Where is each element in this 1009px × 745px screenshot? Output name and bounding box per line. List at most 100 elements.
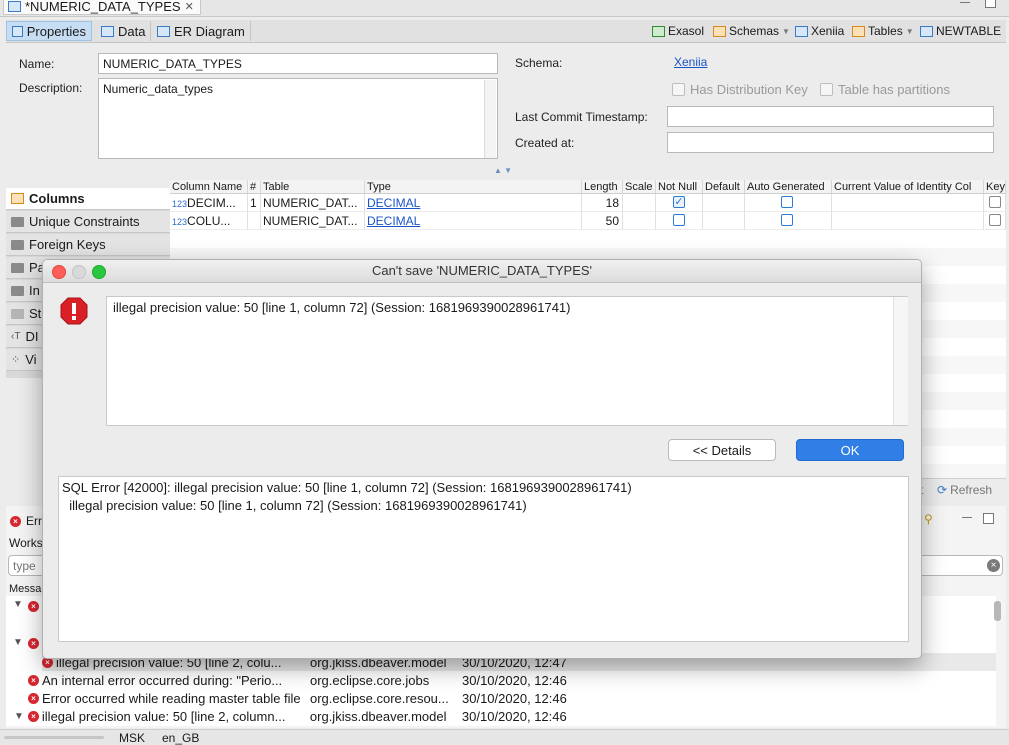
checkbox-box [820, 83, 833, 96]
log-scrollbar[interactable] [994, 601, 1001, 621]
pin-icon[interactable]: ⚲ [924, 512, 933, 526]
cell-scale[interactable] [623, 194, 656, 212]
workspace-label: Works [9, 536, 43, 550]
properties-icon [12, 25, 23, 37]
type-link[interactable]: DECIMAL [367, 196, 420, 210]
type-link[interactable]: DECIMAL [367, 214, 420, 228]
last-commit-field[interactable] [667, 106, 994, 127]
cell-column-name: COLU... [187, 214, 231, 228]
tables-selector[interactable]: Tables ▼ [852, 23, 914, 39]
schema-link[interactable]: Xeniia [674, 55, 707, 69]
error-message-box: illegal precision value: 50 [line 1, col… [106, 296, 908, 426]
dialog-title: Can't save 'NUMERIC_DATA_TYPES' [43, 260, 921, 283]
list-item[interactable]: × Error occurred while reading master ta… [28, 689, 996, 707]
clear-filter-icon[interactable]: × [987, 559, 1000, 572]
column-header[interactable]: Key [984, 180, 1006, 194]
cell-type[interactable]: DECIMAL [365, 212, 582, 230]
schema-name-item[interactable]: Xeniia [795, 23, 844, 39]
connection-selector[interactable]: Exasol [652, 23, 704, 39]
refresh-button[interactable]: ⟳ Refresh [937, 483, 992, 497]
message-scrollbar[interactable] [893, 297, 908, 425]
tab-properties[interactable]: Properties [6, 21, 92, 41]
key-checkbox[interactable] [989, 196, 1001, 208]
column-header[interactable]: Auto Generated [745, 180, 832, 194]
cell-default[interactable] [703, 212, 745, 230]
virtual-icon: ⁘ [11, 354, 21, 366]
chevron-down-icon[interactable]: ▼ [13, 637, 23, 648]
cell-identity[interactable] [832, 212, 984, 230]
minimize-icon[interactable] [962, 517, 972, 518]
description-scrollbar[interactable] [484, 80, 496, 158]
column-header[interactable]: Column Name [170, 180, 248, 194]
error-log-tab[interactable]: × Err [10, 514, 42, 528]
cell-column-name: DECIM... [187, 196, 236, 210]
close-window-icon[interactable] [52, 265, 66, 279]
not-null-checkbox[interactable] [673, 214, 685, 226]
cell-length[interactable]: 50 [582, 212, 623, 230]
error-stop-icon [60, 297, 88, 325]
column-header[interactable]: Default [703, 180, 745, 194]
timezone-label: MSK [119, 731, 146, 745]
section-foreign-keys[interactable]: Foreign Keys [6, 234, 170, 256]
status-bar: MSK en_GB [0, 729, 1009, 745]
column-header[interactable]: Table [261, 180, 365, 194]
minimize-window-icon[interactable] [72, 265, 86, 279]
name-field[interactable]: NUMERIC_DATA_TYPES [98, 53, 498, 74]
cell-key[interactable] [984, 194, 1006, 212]
error-details-text[interactable]: SQL Error [42000]: illegal precision val… [58, 476, 909, 642]
section-label: DI [25, 329, 39, 344]
table-has-partitions-checkbox[interactable]: Table has partitions [820, 82, 950, 97]
list-item[interactable]: × An internal error occurred during: "Pe… [28, 671, 996, 689]
auto-generated-checkbox[interactable] [781, 214, 793, 226]
editor-tab-title: *NUMERIC_DATA_TYPES [25, 0, 181, 14]
tab-er-diagram[interactable]: ER Diagram [152, 21, 251, 41]
message-column-header[interactable]: Messa [9, 583, 41, 595]
created-at-field[interactable] [667, 132, 994, 153]
cell-auto-generated[interactable] [745, 194, 832, 212]
auto-generated-checkbox[interactable] [781, 196, 793, 208]
editor-tab[interactable]: *NUMERIC_DATA_TYPES ✕ [3, 0, 201, 15]
has-distribution-key-checkbox[interactable]: Has Distribution Key [672, 82, 808, 97]
cell-type[interactable]: DECIMAL [365, 194, 582, 212]
description-field[interactable]: Numeric_data_types [98, 78, 498, 159]
key-checkbox[interactable] [989, 214, 1001, 226]
cell-key[interactable] [984, 212, 1006, 230]
not-null-checkbox-checked[interactable]: ✓ [673, 196, 685, 208]
cell-auto-generated[interactable] [745, 212, 832, 230]
minimize-icon[interactable] [960, 2, 970, 4]
column-header[interactable]: Not Null [656, 180, 703, 194]
cell-not-null[interactable] [656, 212, 703, 230]
table-row[interactable]: 123COLU... [170, 212, 248, 230]
column-header[interactable]: Scale [623, 180, 656, 194]
checkbox-box [672, 83, 685, 96]
section-unique-constraints[interactable]: Unique Constraints [6, 211, 170, 233]
cell-length[interactable]: 18 [582, 194, 623, 212]
details-button[interactable]: << Details [668, 439, 776, 461]
ok-button[interactable]: OK [796, 439, 904, 461]
list-item[interactable]: ▼ × illegal precision value: 50 [line 2,… [14, 707, 996, 725]
cell-scale[interactable] [623, 212, 656, 230]
section-columns[interactable]: Columns [6, 188, 170, 210]
schemas-selector[interactable]: Schemas ▼ [713, 23, 790, 39]
description-label: Description: [19, 81, 83, 95]
cell-identity[interactable] [832, 194, 984, 212]
table-name-item[interactable]: NEWTABLE [920, 23, 1001, 39]
close-icon[interactable]: ✕ [185, 0, 194, 13]
cell-not-null[interactable]: ✓ [656, 194, 703, 212]
column-header[interactable]: Type [365, 180, 582, 194]
maximize-icon[interactable] [983, 513, 994, 524]
column-header[interactable]: Length [582, 180, 623, 194]
panel-splitter-icon[interactable]: ▲ ▼ [494, 166, 512, 175]
zoom-window-icon[interactable] [92, 265, 106, 279]
chevron-down-icon[interactable]: ▼ [14, 711, 24, 722]
section-label: Foreign Keys [29, 237, 106, 252]
maximize-icon[interactable] [985, 0, 996, 8]
column-header[interactable]: # [248, 180, 261, 194]
schemas-label: Schemas [729, 24, 780, 38]
table-row[interactable]: 123DECIM... [170, 194, 248, 212]
chevron-down-icon[interactable]: ▼ [13, 599, 23, 610]
column-header[interactable]: Current Value of Identity Col [832, 180, 984, 194]
tab-data[interactable]: Data [96, 21, 152, 41]
folder-icon [11, 285, 24, 296]
cell-default[interactable] [703, 194, 745, 212]
